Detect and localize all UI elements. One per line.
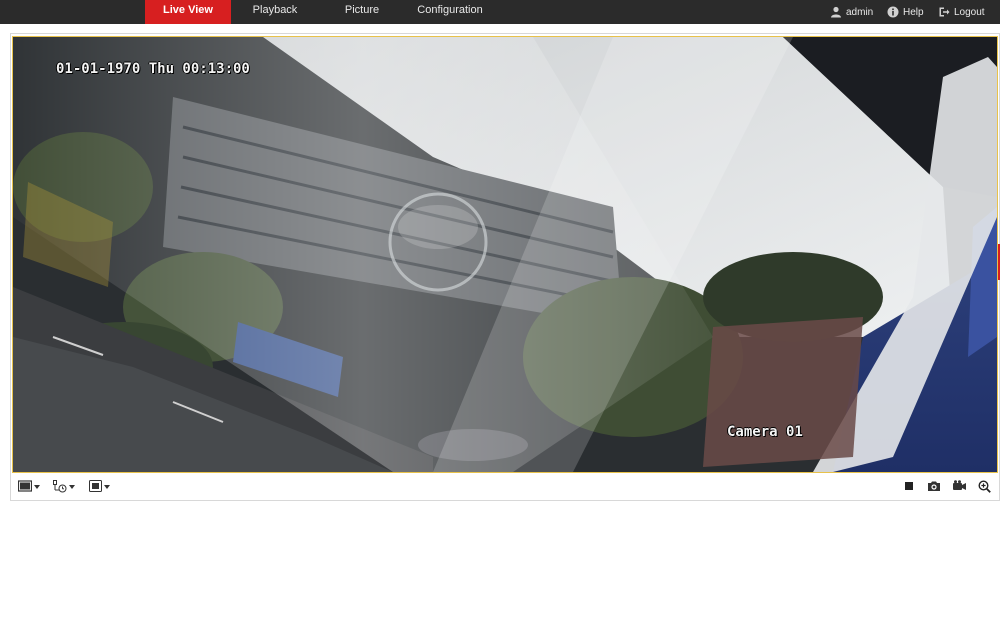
window-layout-icon	[18, 480, 32, 492]
camera-feed-image	[13, 37, 997, 472]
logout-icon	[939, 7, 950, 17]
help-link[interactable]: Help	[887, 0, 924, 24]
chevron-down-icon	[34, 484, 40, 489]
plugin-icon	[89, 480, 102, 492]
logout-label: Logout	[954, 6, 985, 18]
stream-type-icon	[53, 479, 67, 492]
stop-icon	[905, 482, 913, 490]
chevron-down-icon	[104, 484, 110, 489]
info-icon	[887, 6, 899, 18]
record-button[interactable]	[952, 478, 967, 494]
record-icon	[953, 480, 966, 490]
tab-live-view[interactable]: Live View	[145, 0, 231, 24]
user-icon	[831, 6, 841, 18]
zoom-icon	[978, 479, 991, 493]
top-navigation-bar: Live View Playback Picture Configuration…	[0, 0, 1000, 24]
live-view-panel: 01-01-1970 Thu 00:13:00 Camera 01	[10, 33, 1000, 501]
osd-camera-name: Camera 01	[727, 424, 803, 440]
help-label: Help	[903, 6, 924, 18]
logout-link[interactable]: Logout	[938, 0, 985, 24]
window-layout-button[interactable]	[18, 478, 40, 494]
tab-playback[interactable]: Playback	[231, 0, 319, 24]
plugin-button[interactable]	[89, 478, 110, 494]
live-view-toolbar	[11, 474, 997, 498]
stream-type-button[interactable]	[53, 478, 75, 494]
user-label: admin	[846, 6, 874, 18]
user-menu[interactable]: admin	[830, 0, 873, 24]
chevron-down-icon	[69, 484, 75, 489]
tab-picture[interactable]: Picture	[319, 0, 405, 24]
capture-icon	[928, 481, 940, 491]
video-viewport[interactable]: 01-01-1970 Thu 00:13:00 Camera 01	[12, 36, 998, 473]
stop-live-button[interactable]	[904, 478, 914, 494]
osd-timestamp: 01-01-1970 Thu 00:13:00	[56, 61, 250, 77]
tab-configuration[interactable]: Configuration	[405, 0, 495, 24]
capture-button[interactable]	[927, 478, 941, 494]
digital-zoom-button[interactable]	[978, 478, 991, 494]
